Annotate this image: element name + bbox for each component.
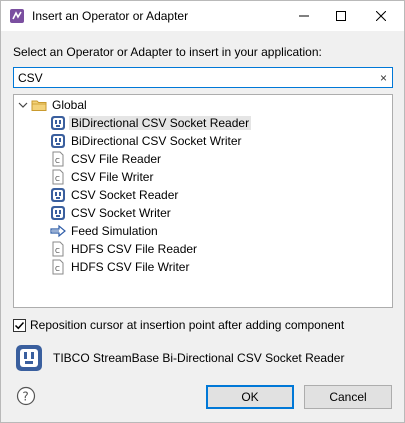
tree-item-bidirectional-csv-socket-writer[interactable]: BiDirectional CSV Socket Writer [50,132,244,150]
minimize-icon [299,15,309,17]
dialog-window: Insert an Operator or Adapter Select an … [0,0,405,423]
tree-item-label: HDFS CSV File Reader [71,242,198,256]
tree-item-label: CSV Socket Writer [71,206,171,220]
svg-text:C: C [55,175,60,183]
adapter-icon [51,134,65,148]
svg-text:?: ? [22,390,28,404]
tree-item-bidirectional-csv-socket-reader[interactable]: BiDirectional CSV Socket Reader [50,114,252,132]
window-title: Insert an Operator or Adapter [32,9,189,23]
svg-text:C: C [55,247,60,255]
adapter-icon [51,206,65,220]
tree-item-label: BiDirectional CSV Socket Reader [69,116,252,130]
file-adapter-icon: C [52,169,64,185]
tree-item-label: Feed Simulation [71,224,158,238]
adapter-large-icon [16,345,42,371]
tree-item-csv-socket-writer[interactable]: CSV Socket Writer [50,204,173,222]
tree-group-label: Global [52,98,87,112]
tree-item-label: CSV File Reader [71,152,162,166]
reposition-cursor-option[interactable]: Reposition cursor at insertion point aft… [13,317,344,333]
tree-item-csv-file-writer[interactable]: C CSV File Writer [50,168,155,186]
tree-item-csv-socket-reader[interactable]: CSV Socket Reader [50,186,180,204]
selection-description: TIBCO StreamBase Bi-Directional CSV Sock… [15,341,344,375]
folder-icon [31,100,47,111]
tree-item-label: BiDirectional CSV Socket Writer [71,134,242,148]
file-adapter-icon: C [52,259,64,275]
tree-item-label: CSV Socket Reader [71,188,179,202]
clear-search-icon[interactable]: × [380,71,387,85]
tree-item-feed-simulation[interactable]: Feed Simulation [50,222,160,240]
close-icon [376,11,386,21]
chevron-down-icon[interactable] [17,98,29,112]
svg-text:C: C [55,157,60,165]
checkmark-icon [14,321,25,329]
search-input[interactable] [18,69,358,86]
search-field[interactable]: × [13,67,393,88]
ok-button[interactable]: OK [206,385,294,409]
instruction-label: Select an Operator or Adapter to insert … [13,45,322,59]
svg-text:C: C [55,265,60,273]
tree-item-hdfs-csv-file-writer[interactable]: C HDFS CSV File Writer [50,258,191,276]
operator-tree[interactable]: Global BiDirectional CSV Socket Reader B… [13,94,393,308]
reposition-label: Reposition cursor at insertion point aft… [30,318,345,332]
tree-item-label: CSV File Writer [71,170,154,184]
tree-item-hdfs-csv-file-reader[interactable]: C HDFS CSV File Reader [50,240,199,258]
title-bar[interactable]: Insert an Operator or Adapter [1,1,404,31]
description-text: TIBCO StreamBase Bi-Directional CSV Sock… [53,351,345,365]
tree-group-global[interactable]: Global [17,96,89,114]
file-adapter-icon: C [52,241,64,257]
close-button[interactable] [361,1,401,31]
tree-item-label: HDFS CSV File Writer [71,260,190,274]
adapter-icon [51,116,65,130]
app-icon [10,9,24,23]
feed-simulation-icon [50,224,66,238]
file-adapter-icon: C [52,151,64,167]
adapter-icon [51,188,65,202]
maximize-button[interactable] [321,1,361,31]
minimize-button[interactable] [284,1,324,31]
help-icon[interactable]: ? [16,386,36,406]
cancel-button[interactable]: Cancel [304,385,392,409]
tree-item-csv-file-reader[interactable]: C CSV File Reader [50,150,163,168]
maximize-icon [336,11,346,21]
reposition-checkbox[interactable] [13,318,26,332]
